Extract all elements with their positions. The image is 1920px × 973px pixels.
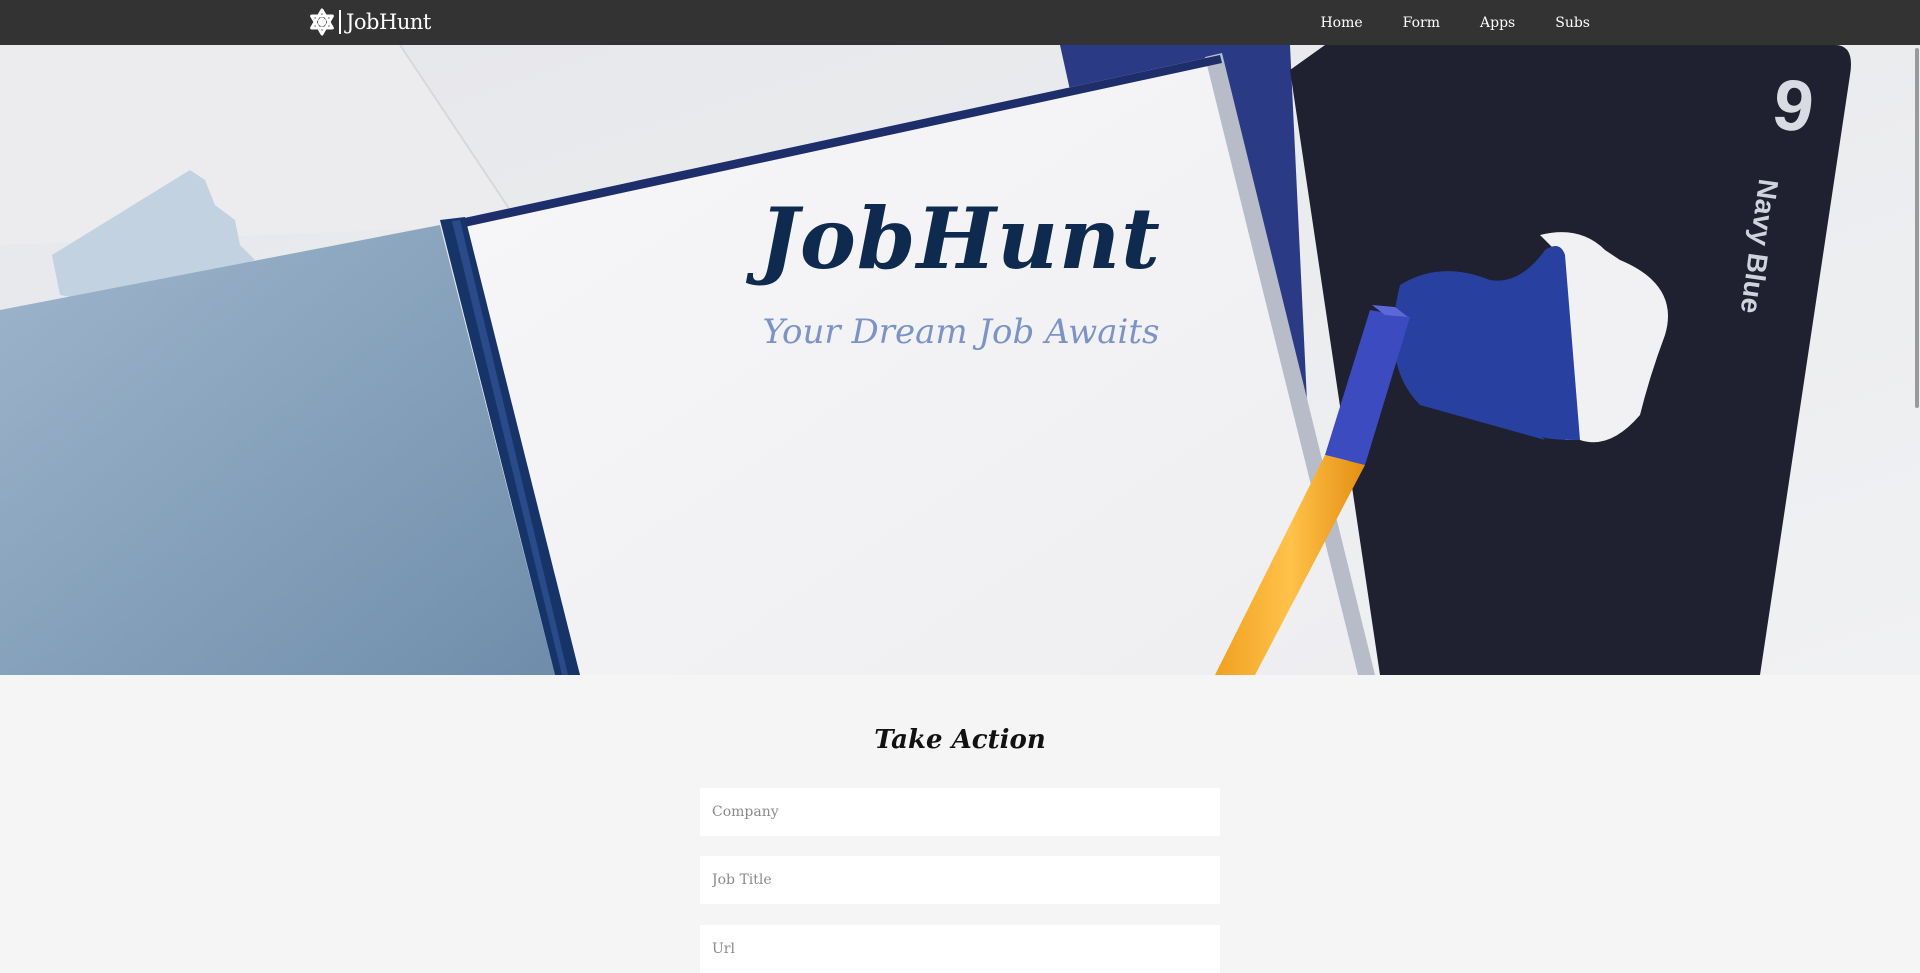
nav-link-form[interactable]: Form <box>1383 15 1460 31</box>
section-title: Take Action <box>874 725 1046 755</box>
hero-subtitle: Your Dream Job Awaits <box>762 312 1160 352</box>
hero-banner: 9 Navy Blue JobHunt Your Dream Job Await… <box>0 45 1920 675</box>
nav-link-apps[interactable]: Apps <box>1460 15 1535 31</box>
brand-logo-link[interactable]: JobHunt <box>308 7 431 37</box>
job-title-input[interactable] <box>700 856 1220 904</box>
company-input[interactable] <box>700 788 1220 836</box>
nav-links: Home Form Apps Subs <box>1300 0 1610 45</box>
take-action-section: Take Action <box>0 675 1920 973</box>
scrollbar-thumb[interactable] <box>1915 48 1919 408</box>
brand-divider <box>339 10 341 34</box>
url-input[interactable] <box>700 925 1220 973</box>
hero-background-image: 9 Navy Blue <box>0 45 1920 675</box>
top-navbar: JobHunt Home Form Apps Subs <box>0 0 1920 45</box>
brand-name: JobHunt <box>346 10 431 34</box>
nav-link-home[interactable]: Home <box>1300 15 1382 31</box>
star-of-david-icon <box>310 8 334 36</box>
page-scrollbar[interactable] <box>1914 45 1920 965</box>
nav-link-subs[interactable]: Subs <box>1535 15 1610 31</box>
hero-title: JobHunt <box>759 189 1161 288</box>
